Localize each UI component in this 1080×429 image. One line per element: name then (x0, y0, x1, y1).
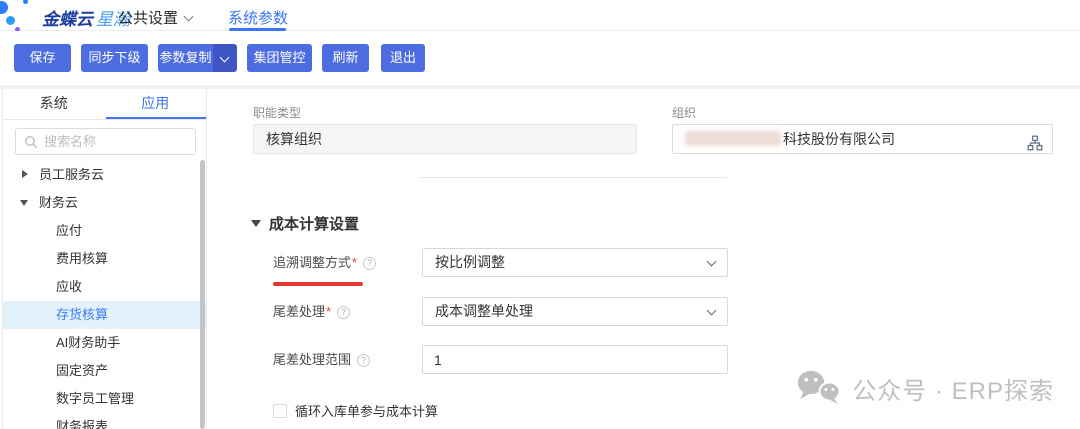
tab-system[interactable]: 系统 (3, 89, 105, 119)
chevron-right-icon (22, 170, 28, 178)
organization-value: 科技股份有限公司 (783, 131, 895, 147)
sidebar: 系统 应用 员工服务云 财务云 应付 费用核算 应收 存货核算 AI财务助手 固… (2, 89, 207, 429)
chevron-down-icon (707, 306, 717, 316)
param-copy-split-button: 参数复制 (158, 44, 247, 72)
sidebar-scrollbar-thumb[interactable] (200, 160, 205, 429)
brand-primary: 金蝶云 (42, 10, 93, 29)
red-annotation-underline (273, 282, 363, 286)
chevron-down-icon (220, 53, 230, 63)
section-title: 成本计算设置 (269, 213, 359, 234)
organization-label: 组织 (672, 104, 696, 121)
chevron-down-icon (184, 12, 194, 22)
help-icon[interactable]: ? (363, 257, 376, 270)
required-asterisk: * (326, 304, 331, 319)
menu-label: 公共设置 (118, 10, 178, 27)
tree-item-expense-accounting[interactable]: 费用核算 (3, 245, 207, 273)
tail-diff-range-input[interactable] (422, 345, 728, 374)
param-copy-dropdown-button[interactable] (213, 44, 237, 72)
top-bar: 金蝶云星瀚 公共设置 系统参数 (0, 0, 1080, 31)
tree-item-inventory-accounting[interactable]: 存货核算 (3, 301, 207, 329)
function-type-label: 职能类型 (253, 104, 301, 121)
help-icon[interactable]: ? (357, 354, 370, 367)
logo-dot (0, 1, 8, 14)
required-asterisk: * (352, 255, 357, 270)
tree-item-ai-finance-assistant[interactable]: AI财务助手 (3, 329, 207, 357)
org-chart-picker-icon[interactable] (1027, 132, 1043, 148)
param-copy-button[interactable]: 参数复制 (158, 44, 213, 72)
tab-application[interactable]: 应用 (105, 89, 207, 119)
search-input[interactable] (44, 134, 184, 149)
search-icon (24, 135, 38, 149)
chevron-down-icon (707, 257, 717, 267)
save-button[interactable]: 保存 (14, 44, 71, 72)
group-control-button[interactable]: 集团管控 (247, 44, 312, 72)
sidebar-tabs: 系统 应用 (3, 89, 206, 120)
logo-dot (23, 0, 28, 4)
watermark: 公众号 · ERP探索 (796, 369, 1054, 407)
exit-button[interactable]: 退出 (381, 44, 425, 72)
tail-diff-range-label: 尾差处理范围? (273, 349, 370, 368)
tree-item-digital-employee[interactable]: 数字员工管理 (3, 385, 207, 413)
logo-dot (6, 16, 15, 25)
menu-public-settings[interactable]: 公共设置 (118, 7, 192, 28)
watermark-text: 公众号 · ERP探索 (852, 371, 1054, 406)
sync-subordinate-button[interactable]: 同步下级 (81, 44, 148, 72)
help-icon[interactable]: ? (337, 306, 350, 319)
tree-item-clipped[interactable]: 财务报表 (3, 413, 207, 429)
tail-diff-label: 尾差处理*? (273, 301, 350, 320)
tab-system-parameters[interactable]: 系统参数 (228, 7, 288, 28)
tree-item-accounts-receivable[interactable]: 应收 (3, 273, 207, 301)
settings-panel: 职能类型 核算组织 组织 科技股份有限公司 成本计算设置 追溯调整方式*? 按比… (208, 89, 1080, 429)
function-type-field: 核算组织 (253, 124, 637, 154)
tail-diff-select[interactable]: 成本调整单处理 (422, 297, 728, 326)
wechat-icon (796, 369, 842, 407)
trace-adjust-select[interactable]: 按比例调整 (422, 248, 728, 277)
cycle-inbound-checkbox[interactable] (273, 404, 287, 418)
tree-item-employee-service-cloud[interactable]: 员工服务云 (3, 161, 207, 189)
tree-item-fixed-assets[interactable]: 固定资产 (3, 357, 207, 385)
organization-field[interactable]: 科技股份有限公司 (672, 124, 1053, 154)
cycle-inbound-label: 循环入库单参与成本计算 (295, 401, 438, 420)
tree-item-finance-cloud[interactable]: 财务云 (3, 189, 207, 217)
redacted-org-name (685, 131, 781, 146)
sidebar-search (15, 128, 196, 155)
refresh-button[interactable]: 刷新 (322, 44, 369, 72)
tree-item-accounts-payable[interactable]: 应付 (3, 217, 207, 245)
toolbar: 保存 同步下级 参数复制 集团管控 刷新 退出 (0, 31, 1080, 85)
triangle-down-icon (251, 220, 261, 227)
module-tree: 员工服务云 财务云 应付 费用核算 应收 存货核算 AI财务助手 固定资产 数字… (3, 161, 207, 429)
brand-title: 金蝶云星瀚 (42, 5, 130, 30)
trace-adjust-label: 追溯调整方式*? (273, 252, 376, 271)
chevron-down-icon (20, 200, 28, 206)
sidebar-tab-underline (106, 117, 206, 119)
kingdee-logo-icon (0, 0, 38, 31)
section-divider (420, 177, 727, 178)
app-window: 金蝶云星瀚 公共设置 系统参数 保存 同步下级 参数复制 集团管控 刷新 退出 … (0, 0, 1080, 429)
cycle-inbound-row: 循环入库单参与成本计算 (273, 401, 438, 420)
toolbar-buttons: 保存 同步下级 参数复制 集团管控 刷新 退出 (14, 44, 425, 72)
